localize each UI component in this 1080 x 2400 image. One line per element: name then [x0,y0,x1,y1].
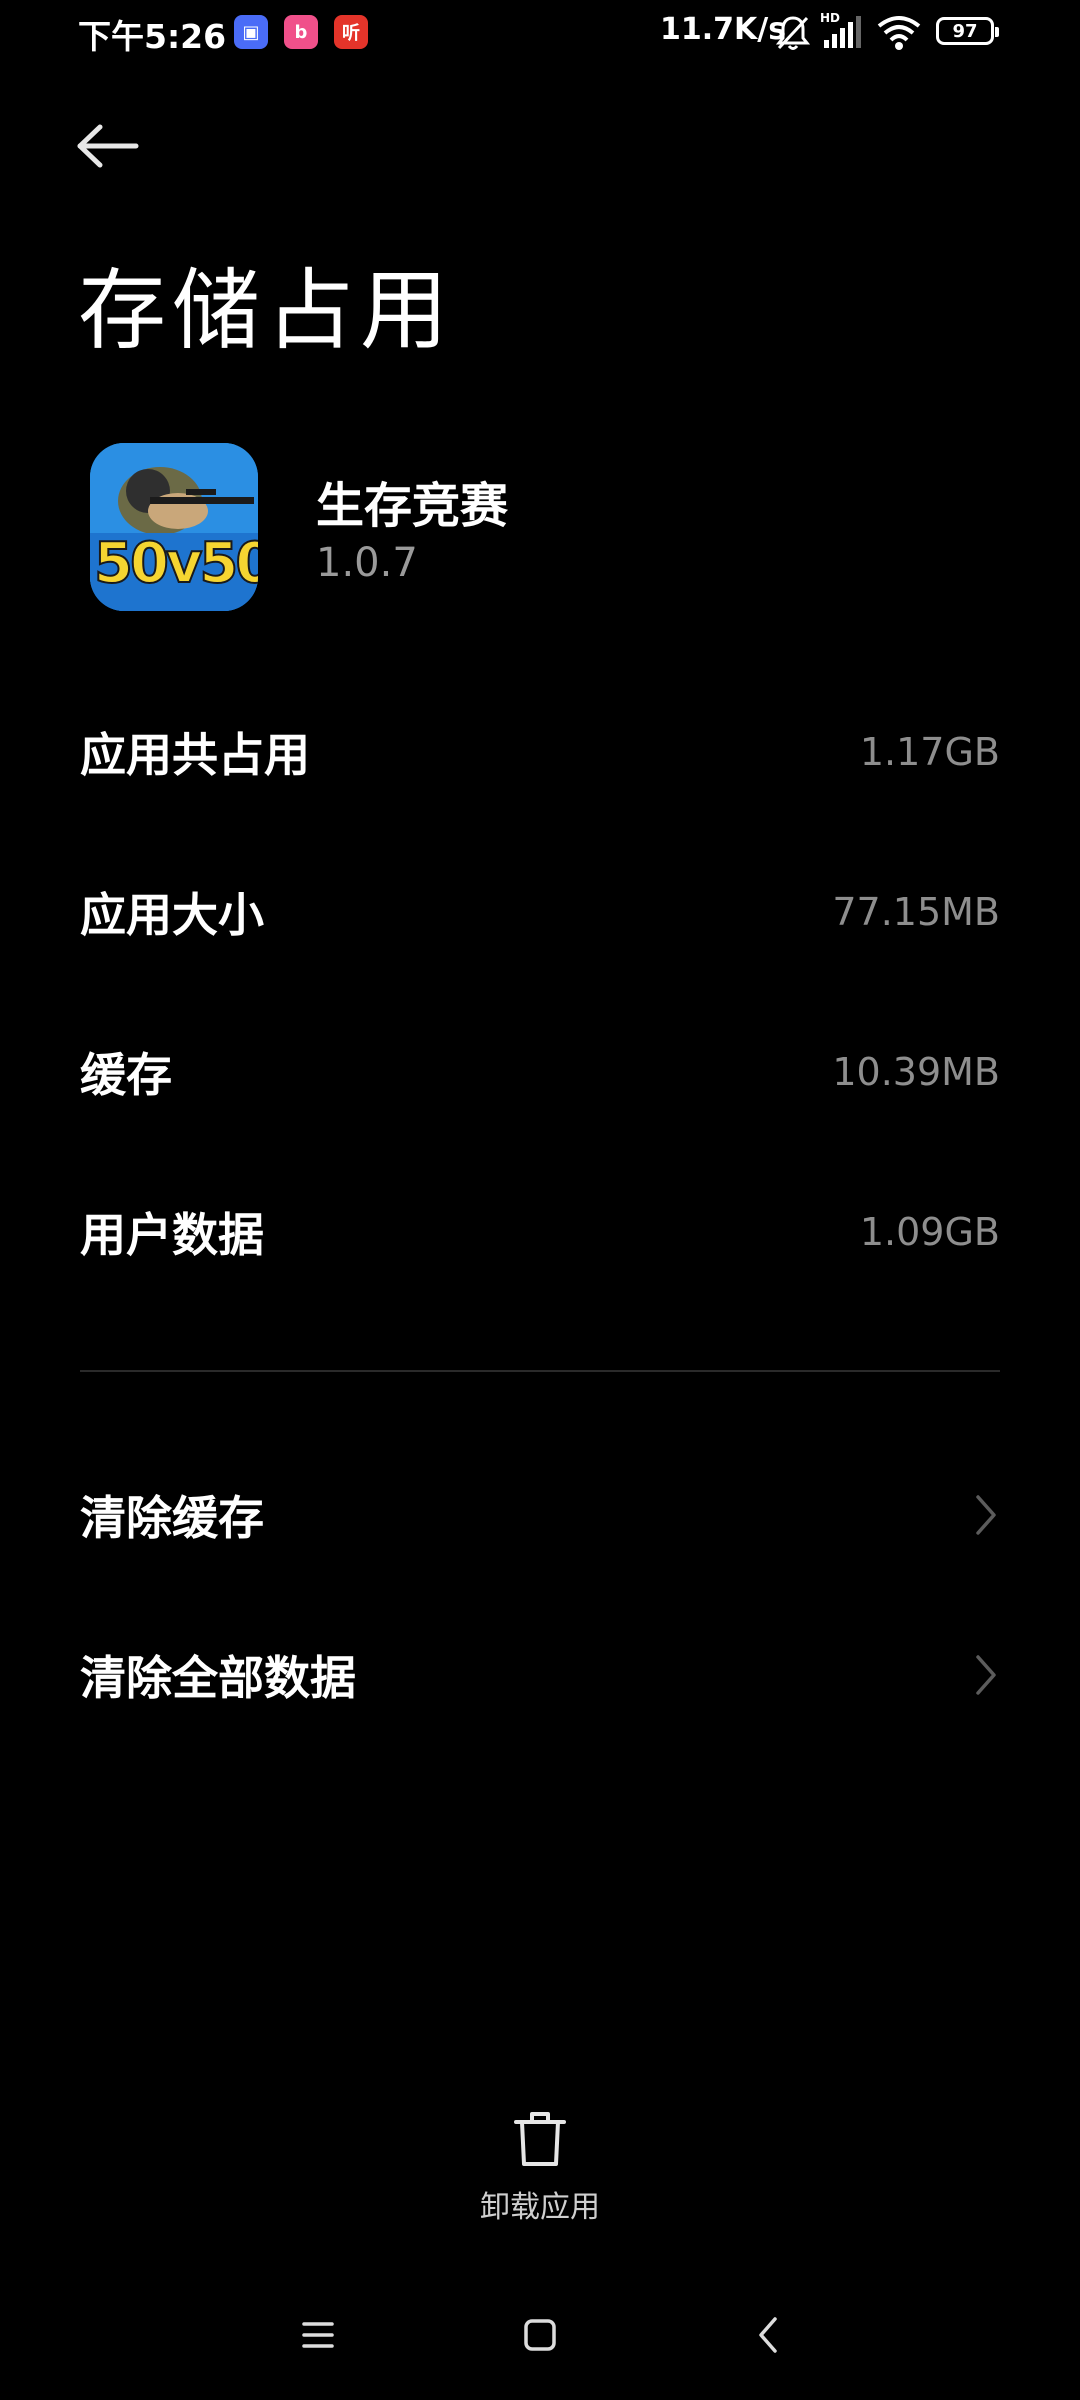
back-arrow-icon [77,124,139,168]
section-divider [80,1370,1000,1372]
storage-value: 1.17GB [859,730,1000,774]
back-button[interactable] [76,116,156,176]
bilibili-app-icon: b [284,15,318,49]
app-icon-text: 50v50 [93,530,258,597]
trash-icon [514,2112,566,2166]
storage-label: 应用大小 [80,888,264,942]
menu-icon [302,2322,334,2348]
storage-value: 1.09GB [859,1210,1000,1254]
storage-label: 用户数据 [80,1208,264,1262]
clear-cache-button[interactable]: 清除缓存 [80,1470,1000,1560]
listen-app-icon: 听 [334,15,368,49]
app-name: 生存竞赛 [316,478,509,534]
storage-row-user-data: 用户数据 1.09GB [80,1192,1000,1272]
clear-all-data-button[interactable]: 清除全部数据 [80,1630,1000,1720]
cell-signal-icon: HD [820,10,864,54]
chat-app-icon: ▣ [234,15,268,49]
action-label: 清除全部数据 [80,1651,356,1705]
storage-value: 77.15MB [832,890,1000,934]
storage-row-total: 应用共占用 1.17GB [80,712,1000,792]
battery-indicator: 97 [936,17,999,45]
chevron-right-icon [976,1655,996,1695]
app-version: 1.0.7 [316,540,418,586]
action-label: 清除缓存 [80,1491,264,1545]
nav-back-button[interactable] [738,2310,798,2360]
storage-row-app-size: 应用大小 77.15MB [80,872,1000,952]
network-speed: 11.7K/s [660,12,787,47]
recent-apps-button[interactable] [288,2310,348,2360]
app-icon: 50v50 [90,443,258,611]
storage-value: 10.39MB [832,1050,1000,1094]
uninstall-button[interactable]: 卸载应用 [440,2110,640,2230]
storage-label: 缓存 [80,1048,172,1102]
navigation-bar [0,2290,1080,2380]
bell-muted-icon [775,14,811,56]
back-icon [759,2317,777,2353]
chevron-right-icon [976,1495,996,1535]
status-bar: 下午5:26 ▣ b 听 11.7K/s HD 97 [0,0,1080,66]
wifi-icon [876,14,922,56]
storage-row-cache: 缓存 10.39MB [80,1032,1000,1112]
storage-label: 应用共占用 [80,728,310,782]
svg-text:HD: HD [820,11,840,25]
status-time: 下午5:26 [78,17,227,56]
uninstall-label: 卸载应用 [480,2190,600,2225]
home-icon [524,2319,556,2351]
page-title: 存储占用 [78,259,455,362]
home-button[interactable] [510,2310,570,2360]
